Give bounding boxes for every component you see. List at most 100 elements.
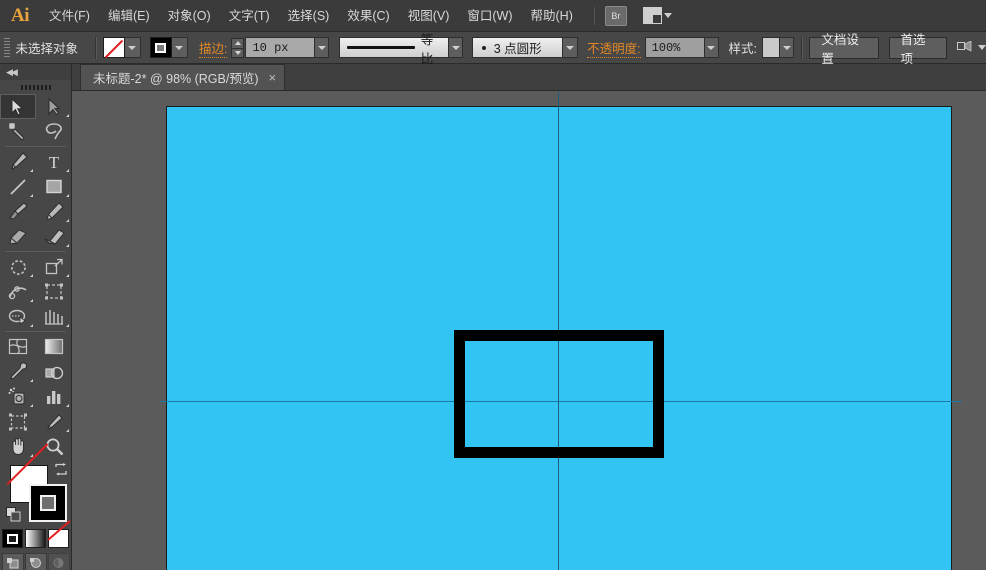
tool-group-selection bbox=[0, 94, 71, 144]
stroke-weight-label[interactable]: 描边: bbox=[198, 38, 228, 58]
tool-type[interactable]: T bbox=[36, 149, 72, 174]
menu-window[interactable]: 窗口(W) bbox=[458, 0, 521, 32]
gradient-button[interactable] bbox=[25, 529, 46, 548]
color-mode-buttons bbox=[0, 529, 71, 548]
draw-behind-button[interactable] bbox=[24, 553, 47, 570]
type-icon: T bbox=[49, 153, 60, 171]
rectangle-shape[interactable] bbox=[454, 330, 664, 458]
tool-flyout-indicator bbox=[30, 194, 33, 197]
preferences-button[interactable]: 首选项 bbox=[888, 33, 948, 66]
stroke-weight-stepper[interactable] bbox=[231, 37, 245, 58]
control-divider-2 bbox=[801, 36, 803, 59]
control-bar-grip[interactable] bbox=[4, 37, 10, 58]
align-to-pixel-icon[interactable] bbox=[957, 41, 986, 54]
document-tab[interactable]: 未标题-2* @ 98% (RGB/预览) × bbox=[80, 64, 286, 90]
scale-icon bbox=[45, 258, 63, 274]
tool-blob-brush[interactable] bbox=[0, 224, 36, 249]
tool-shape-builder[interactable] bbox=[0, 304, 36, 329]
tool-rotate[interactable] bbox=[0, 254, 36, 279]
pen-icon bbox=[11, 152, 28, 170]
stroke-profile-select[interactable]: 等比 bbox=[338, 33, 449, 66]
tool-mesh[interactable] bbox=[0, 334, 36, 359]
opacity-input[interactable]: 100% bbox=[644, 37, 705, 58]
selection-arrow-icon bbox=[11, 97, 24, 116]
tool-hand[interactable] bbox=[0, 434, 36, 459]
tool-direct-selection[interactable] bbox=[36, 94, 72, 119]
menu-file[interactable]: 文件(F) bbox=[40, 0, 99, 32]
tool-eyedropper[interactable] bbox=[0, 359, 36, 384]
tool-divider-2 bbox=[5, 251, 66, 252]
arrange-documents-icon[interactable] bbox=[642, 7, 672, 24]
default-fill-stroke-icon[interactable] bbox=[6, 507, 21, 522]
document-setup-button[interactable]: 文档设置 bbox=[809, 33, 880, 66]
bridge-icon[interactable]: Br bbox=[604, 5, 627, 26]
canvas-area[interactable] bbox=[72, 91, 986, 570]
tool-slice[interactable] bbox=[36, 409, 72, 434]
chevron-down-icon bbox=[782, 45, 791, 50]
draw-inside-button[interactable] bbox=[47, 553, 70, 570]
tool-paintbrush[interactable] bbox=[0, 199, 36, 224]
chevron-down-icon bbox=[128, 45, 137, 50]
double-arrow-left-icon: ◀◀ bbox=[6, 66, 18, 77]
control-divider bbox=[95, 36, 96, 59]
menu-select[interactable]: 选择(S) bbox=[279, 0, 339, 32]
tool-symbol-sprayer[interactable] bbox=[0, 384, 36, 409]
column-graph-icon bbox=[46, 390, 60, 404]
tool-magic-wand[interactable] bbox=[0, 119, 36, 144]
tool-pen[interactable] bbox=[0, 149, 36, 174]
tool-flyout-indicator bbox=[30, 274, 33, 277]
direct-selection-arrow-icon bbox=[48, 97, 61, 115]
tool-eraser[interactable] bbox=[36, 224, 72, 249]
swap-fill-stroke-icon[interactable] bbox=[54, 463, 68, 476]
menu-edit[interactable]: 编辑(E) bbox=[99, 0, 159, 32]
fill-dropdown-button[interactable] bbox=[124, 37, 141, 58]
menu-view[interactable]: 视图(V) bbox=[399, 0, 459, 32]
none-button[interactable] bbox=[48, 529, 69, 548]
stroke-profile-dropdown-button[interactable] bbox=[448, 37, 464, 58]
tool-selection[interactable] bbox=[0, 94, 36, 119]
menu-effect[interactable]: 效果(C) bbox=[338, 0, 398, 32]
menu-object[interactable]: 对象(O) bbox=[159, 0, 220, 32]
tools-panel-grip[interactable] bbox=[0, 80, 71, 94]
tool-column-graph[interactable] bbox=[36, 384, 72, 409]
mesh-icon bbox=[8, 338, 28, 355]
tool-flyout-indicator bbox=[66, 244, 69, 247]
tool-artboard[interactable] bbox=[0, 409, 36, 434]
tool-scale[interactable] bbox=[36, 254, 72, 279]
brush-definition-dropdown-button[interactable] bbox=[563, 37, 578, 58]
hand-icon bbox=[12, 437, 24, 455]
stroke-weight-dropdown-button[interactable] bbox=[314, 37, 330, 58]
tool-flyout-indicator bbox=[66, 219, 69, 222]
draw-normal-button[interactable] bbox=[1, 553, 24, 570]
tool-width[interactable] bbox=[0, 279, 36, 304]
opacity-dropdown-button[interactable] bbox=[704, 37, 720, 58]
tool-rectangle[interactable] bbox=[36, 174, 72, 199]
color-button[interactable] bbox=[2, 529, 23, 548]
tool-flyout-indicator bbox=[66, 169, 69, 172]
fill-swatch[interactable] bbox=[102, 37, 125, 58]
rotate-icon bbox=[10, 259, 26, 275]
close-icon[interactable]: × bbox=[269, 71, 277, 84]
stroke-weight-input[interactable]: 10 px bbox=[245, 37, 315, 58]
tool-pencil[interactable] bbox=[36, 199, 72, 224]
graphic-style-swatch[interactable] bbox=[762, 37, 780, 58]
stroke-proxy-black[interactable] bbox=[29, 484, 67, 522]
tool-line-segment[interactable] bbox=[0, 174, 36, 199]
opacity-label[interactable]: 不透明度: bbox=[587, 38, 641, 58]
tool-lasso[interactable] bbox=[36, 119, 72, 144]
tool-free-transform[interactable] bbox=[36, 279, 72, 304]
stroke-swatch[interactable] bbox=[149, 37, 172, 58]
tool-gradient[interactable] bbox=[36, 334, 72, 359]
brush-definition-select[interactable]: 3 点圆形 bbox=[471, 37, 564, 58]
tool-perspective-grid[interactable] bbox=[36, 304, 72, 329]
tool-blend[interactable] bbox=[36, 359, 72, 384]
tools-panel-collapse-button[interactable]: ◀◀ bbox=[0, 64, 71, 80]
style-dropdown-button[interactable] bbox=[779, 37, 795, 58]
stroke-dropdown-button[interactable] bbox=[171, 37, 188, 58]
stepper-up-button[interactable] bbox=[231, 37, 245, 48]
menu-type[interactable]: 文字(T) bbox=[220, 0, 279, 32]
stepper-down-button[interactable] bbox=[231, 47, 245, 58]
stroke-profile-value: 等比 bbox=[420, 32, 434, 66]
menu-help[interactable]: 帮助(H) bbox=[522, 0, 582, 32]
tool-zoom[interactable] bbox=[36, 434, 72, 459]
